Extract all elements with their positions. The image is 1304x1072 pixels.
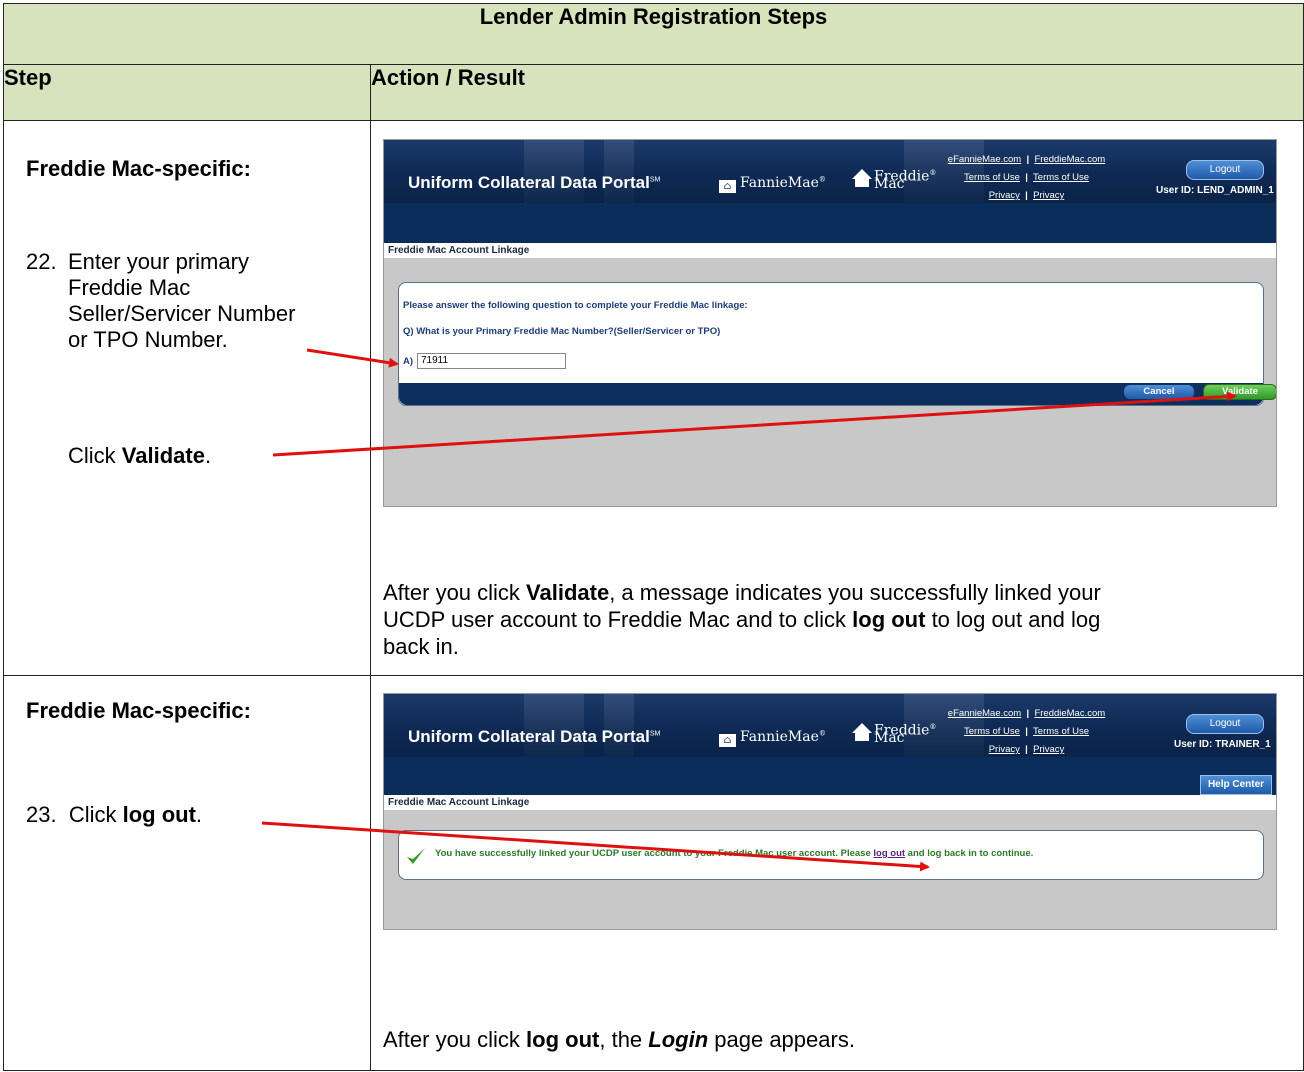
cancel-button[interactable]: Cancel	[1124, 385, 1194, 399]
result-23-text: After you click log out, the Login page …	[383, 1027, 855, 1052]
step-22-line2: Freddie Mac	[68, 275, 191, 300]
portal-title: Uniform Collateral Data PortalSM	[408, 173, 661, 192]
table-title: Lender Admin Registration Steps	[2, 3, 1304, 65]
efanniemae-link[interactable]: eFannieMae.com	[948, 154, 1021, 165]
step-22-cell: Freddie Mac-specific: 22. Enter your pri…	[3, 120, 371, 676]
portal-header-2	[384, 694, 1276, 757]
freddie-mac-logo: Freddie® Mac	[852, 167, 936, 197]
privacy-link-fannie-2[interactable]: Privacy	[989, 744, 1020, 755]
freddiemac-link-2[interactable]: FreddieMac.com	[1034, 708, 1105, 719]
step-22-line4: or TPO Number.	[68, 327, 228, 352]
page-label: Freddie Mac Account Linkage	[384, 243, 1276, 258]
header-links-2: eFannieMae.com | FreddieMac.com Terms of…	[947, 708, 1106, 755]
result-23-cell: Uniform Collateral Data PortalSM ⌂ Fannie…	[369, 675, 1304, 1071]
terms-link-fannie-2[interactable]: Terms of Use	[964, 726, 1020, 737]
step-22-line3: Seller/Servicer Number	[68, 301, 296, 326]
step-22-heading: Freddie Mac-specific:	[26, 156, 251, 181]
privacy-link-freddie[interactable]: Privacy	[1033, 190, 1064, 201]
privacy-link-freddie-2[interactable]: Privacy	[1033, 744, 1064, 755]
efanniemae-link-2[interactable]: eFannieMae.com	[948, 708, 1021, 719]
help-center-button[interactable]: Help Center	[1200, 775, 1272, 795]
step-23-cell: Freddie Mac-specific: 23. Click log out.	[3, 675, 371, 1071]
portal-nav-bar	[384, 203, 1276, 243]
log-out-term: log out	[122, 802, 196, 827]
portal-screenshot-linkage: Uniform Collateral Data PortalSM ⌂ Fannie…	[383, 139, 1277, 507]
user-id: User ID: LEND_ADMIN_1	[1156, 185, 1274, 196]
step-22-number: 22.	[26, 249, 57, 274]
linkage-question: Q) What is your Primary Freddie Mac Numb…	[403, 326, 721, 337]
user-id-2: User ID: TRAINER_1	[1174, 739, 1271, 750]
linkage-question-panel: Please answer the following question to …	[398, 282, 1276, 406]
step-22-click-instruction: Click Validate.	[68, 443, 212, 468]
result-22-cell: Uniform Collateral Data PortalSM ⌂ Fannie…	[369, 120, 1304, 676]
answer-label: A)	[403, 356, 414, 367]
freddiemac-link[interactable]: FreddieMac.com	[1034, 154, 1105, 165]
fannie-mae-logo-2: ⌂ FannieMae®	[719, 729, 826, 747]
document-page: Lender Admin Registration Steps Step Act…	[0, 0, 1304, 1072]
success-message-panel: You have successfully linked your UCDP u…	[398, 830, 1264, 880]
result-22-text: After you click Validate, a message indi…	[383, 580, 1101, 659]
log-out-link[interactable]: log out	[873, 848, 905, 859]
logout-button[interactable]: Logout	[1186, 160, 1264, 180]
column-header-action: Action / Result	[369, 64, 1304, 121]
portal-title-2: Uniform Collateral Data PortalSM	[408, 727, 661, 746]
check-icon	[407, 848, 425, 864]
validate-term: Validate	[121, 443, 205, 468]
fannie-mae-logo: ⌂ FannieMae®	[719, 175, 826, 193]
portal-nav-bar-2	[384, 757, 1276, 795]
privacy-link-fannie[interactable]: Privacy	[989, 190, 1020, 201]
terms-link-freddie-2[interactable]: Terms of Use	[1033, 726, 1089, 737]
success-message: You have successfully linked your UCDP u…	[435, 848, 1034, 859]
header-links: eFannieMae.com | FreddieMac.com Terms of…	[947, 154, 1106, 201]
terms-link-freddie[interactable]: Terms of Use	[1033, 172, 1089, 183]
terms-link-fannie[interactable]: Terms of Use	[964, 172, 1020, 183]
logout-button-2[interactable]: Logout	[1186, 714, 1264, 734]
steps-table: Lender Admin Registration Steps Step Act…	[2, 3, 1304, 1071]
linkage-prompt: Please answer the following question to …	[403, 300, 748, 311]
portal-screenshot-success: Uniform Collateral Data PortalSM ⌂ Fannie…	[383, 693, 1277, 930]
step-23-instruction: 23. Click log out.	[26, 802, 203, 827]
freddie-mac-logo-2: Freddie® Mac	[852, 721, 936, 751]
step-22-line1: Enter your primary	[68, 249, 249, 274]
answer-input[interactable]: 71911	[417, 353, 566, 369]
portal-header	[384, 140, 1276, 203]
step-23-heading: Freddie Mac-specific:	[26, 698, 251, 723]
page-label-2: Freddie Mac Account Linkage	[384, 795, 1276, 810]
validate-button[interactable]: Validate	[1203, 384, 1276, 400]
column-header-step: Step	[3, 64, 371, 121]
